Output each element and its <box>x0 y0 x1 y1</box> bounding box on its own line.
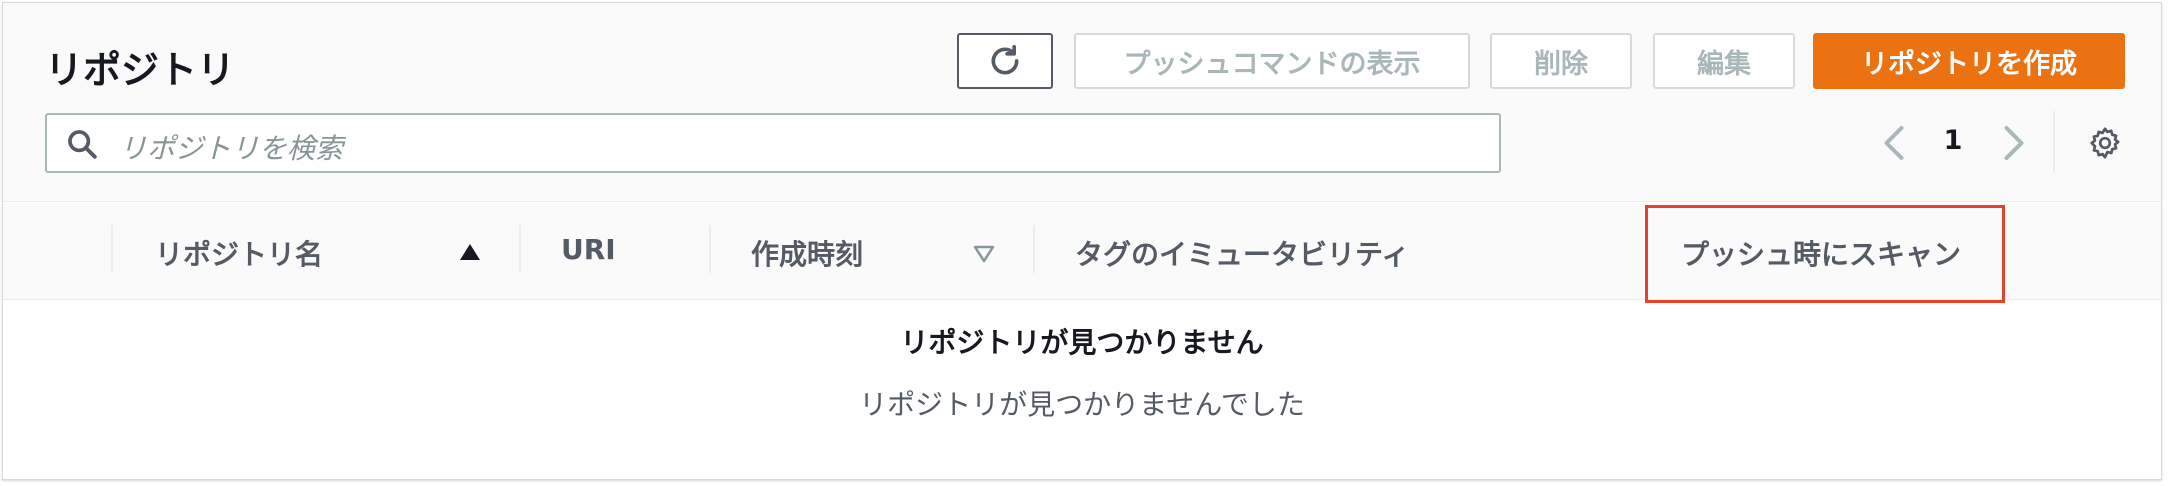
refresh-button[interactable] <box>957 33 1053 89</box>
column-separator <box>111 225 113 273</box>
page-title: リポジトリ <box>45 48 236 92</box>
column-separator <box>519 225 521 273</box>
gear-icon[interactable] <box>2087 125 2123 161</box>
edit-button[interactable]: 編集 <box>1653 33 1795 89</box>
column-header-tag-immutability[interactable]: タグのイミュータビリティ <box>1075 233 1409 273</box>
column-header-created-at[interactable]: 作成時刻 <box>751 233 863 273</box>
search-icon <box>68 130 97 159</box>
column-separator <box>709 225 711 273</box>
empty-state-description: リポジトリが見つかりませんでした <box>859 388 1305 421</box>
current-page-number[interactable]: 1 <box>1941 125 1965 156</box>
view-push-commands-button[interactable]: プッシュコマンドの表示 <box>1074 33 1470 89</box>
next-page-icon[interactable] <box>1999 123 2029 163</box>
sort-ascending-icon[interactable] <box>459 243 481 261</box>
search-placeholder: リポジトリを検索 <box>119 132 344 165</box>
empty-state-title: リポジトリが見つかりません <box>900 326 1264 359</box>
search-input[interactable]: リポジトリを検索 <box>45 113 1501 173</box>
repositories-panel: リポジトリ プッシュコマンドの表示 削除 編集 リポジトリを作成 リポジトリを検… <box>2 2 2162 480</box>
create-repository-button[interactable]: リポジトリを作成 <box>1813 33 2125 89</box>
panel-header: リポジトリ プッシュコマンドの表示 削除 編集 リポジトリを作成 リポジトリを検… <box>3 3 2161 202</box>
scan-on-push-highlight <box>1645 205 2005 303</box>
refresh-icon <box>991 45 1019 75</box>
column-separator <box>1033 225 1035 273</box>
pagination-divider <box>2053 111 2055 173</box>
column-header-uri[interactable]: URI <box>561 233 616 266</box>
sort-caret-down-icon[interactable] <box>973 245 995 263</box>
previous-page-icon[interactable] <box>1879 123 1909 163</box>
column-header-repository-name[interactable]: リポジトリ名 <box>155 233 323 273</box>
delete-button[interactable]: 削除 <box>1490 33 1632 89</box>
